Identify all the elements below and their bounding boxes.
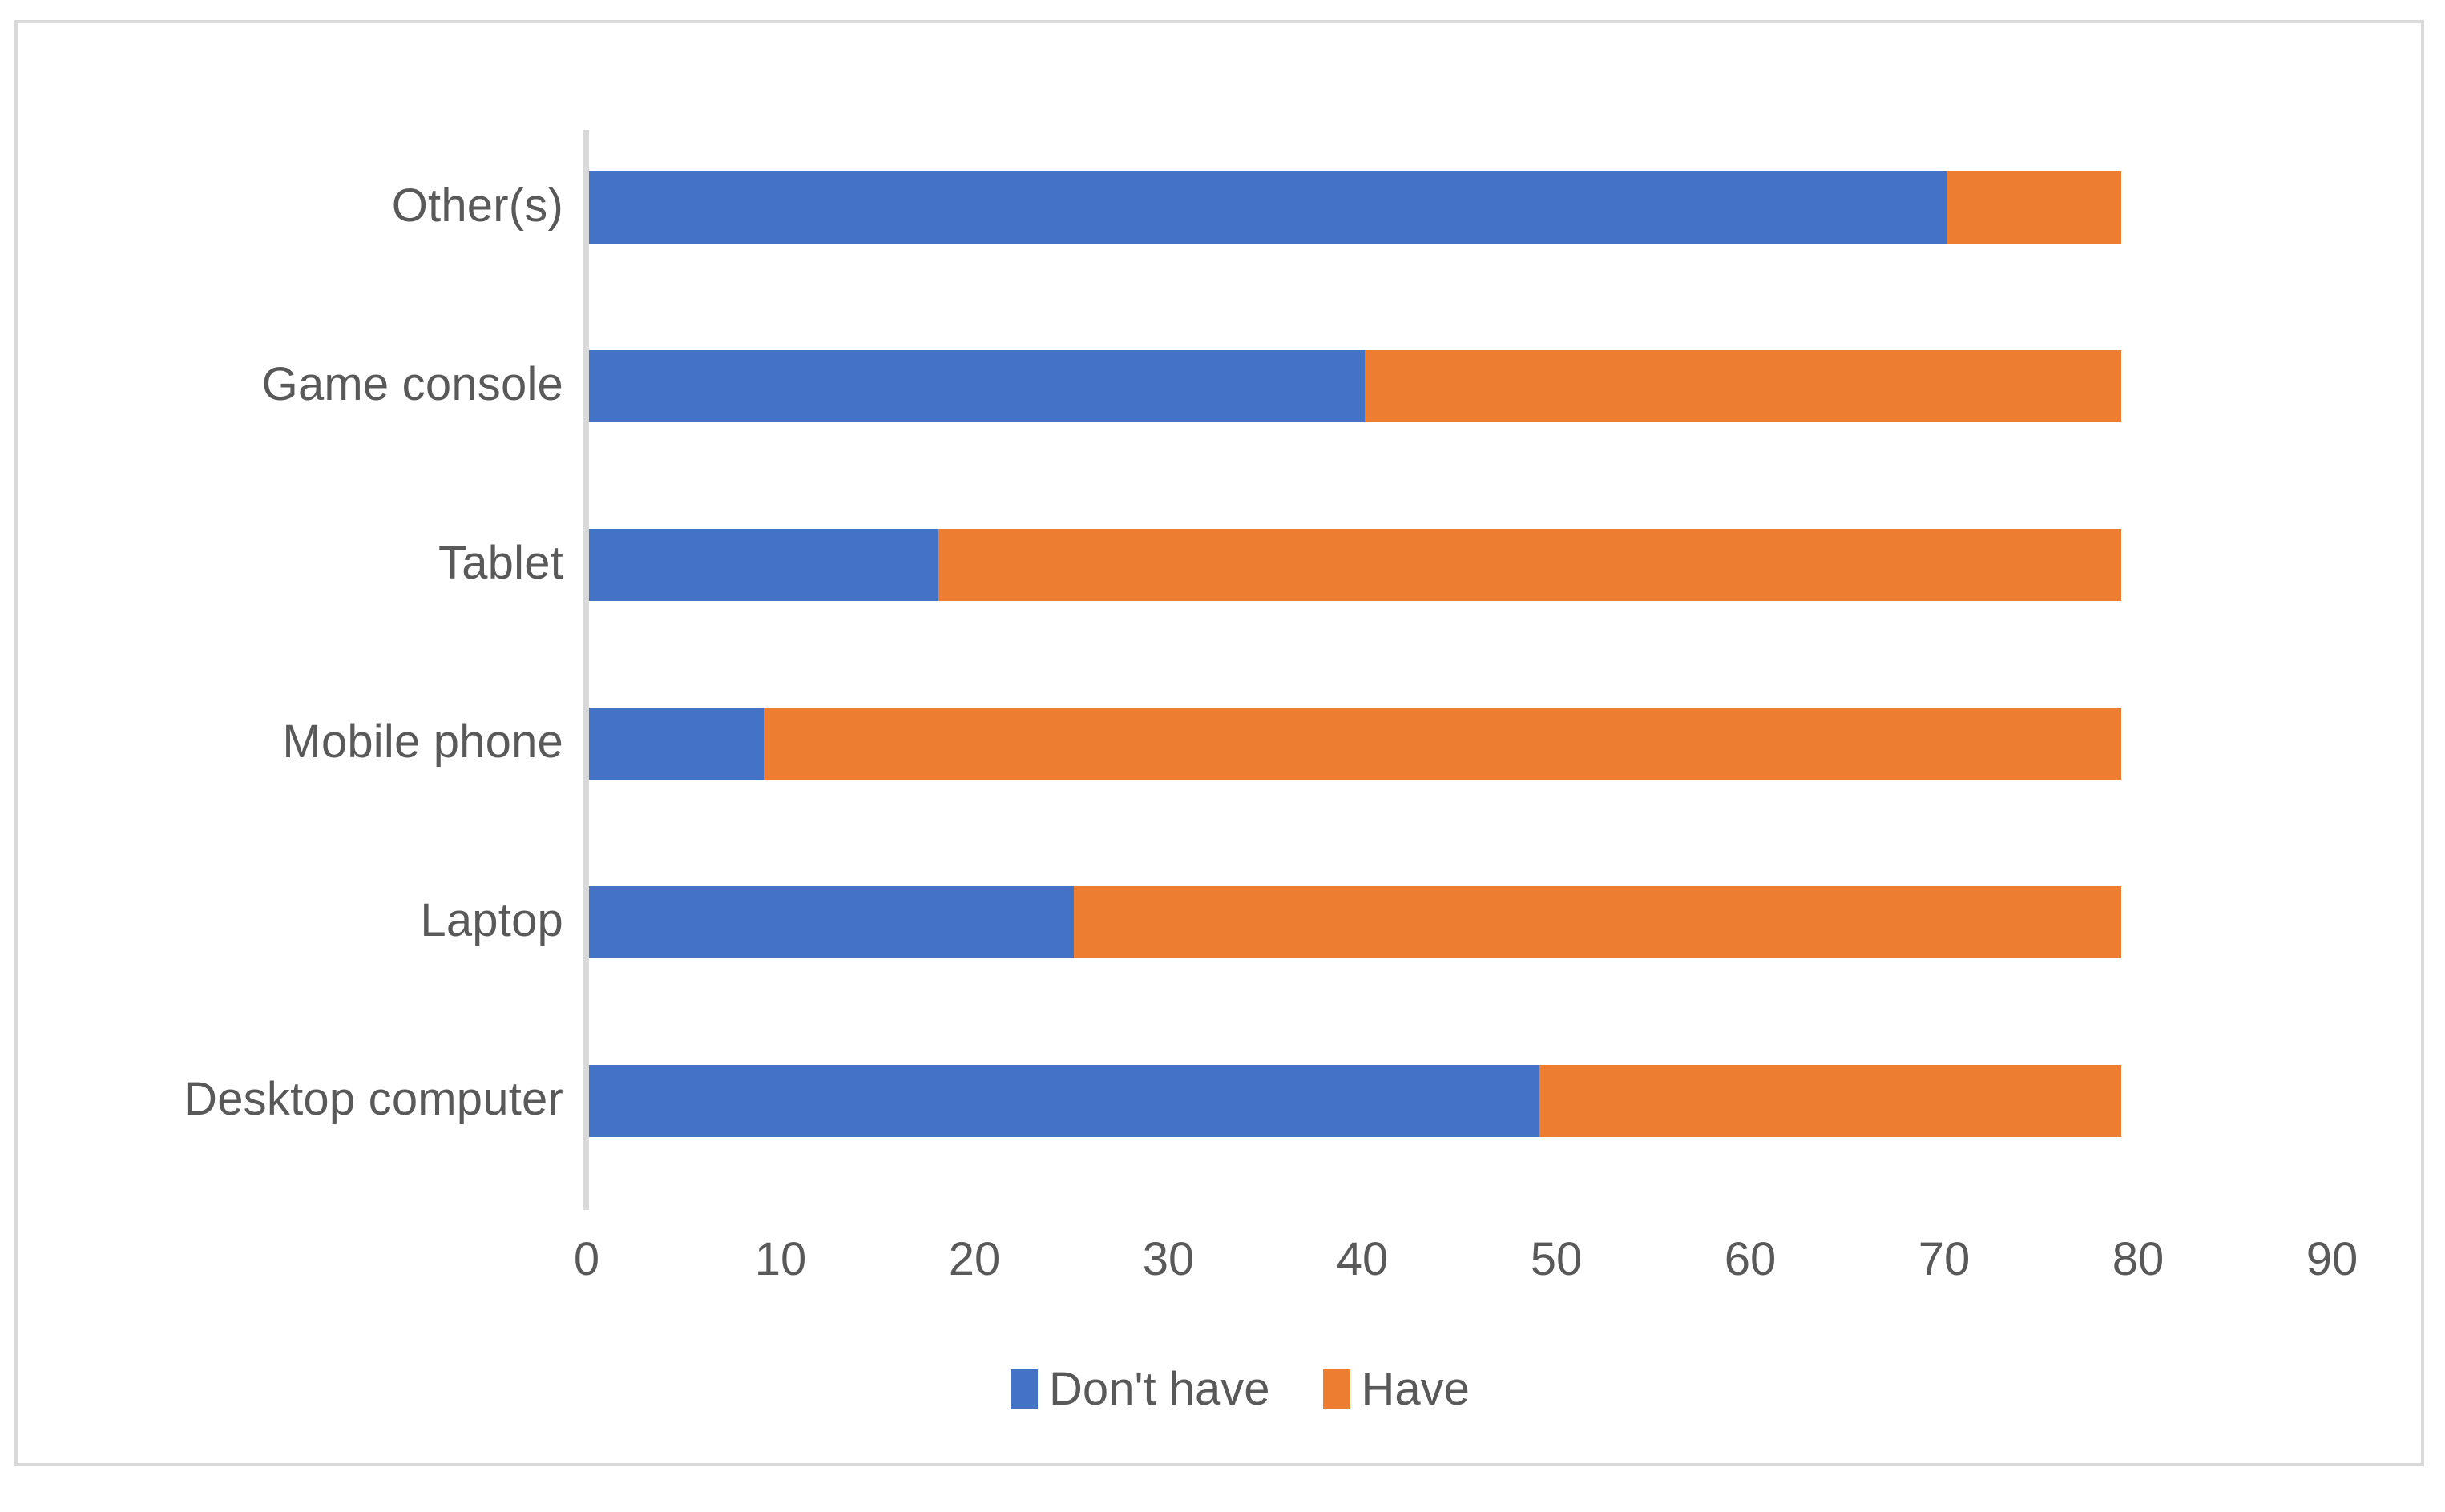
bar-segment-dont-have[interactable] [589, 171, 1947, 244]
bar-row [589, 350, 2121, 422]
bar-segment-have[interactable] [1365, 350, 2121, 422]
bar-row [589, 1065, 2121, 1137]
x-tick-label: 0 [573, 1233, 600, 1285]
category-label-mobile-phone: Mobile phone [282, 716, 563, 768]
bar-segment-have[interactable] [763, 708, 2121, 780]
bar-segment-dont-have[interactable] [589, 708, 764, 780]
x-tick-label: 20 [948, 1233, 1001, 1285]
category-label-tablet: Tablet [438, 537, 563, 589]
chart-frame: Other(s) Game console Tablet Mobile phon… [14, 20, 2424, 1466]
bar-row [589, 529, 2121, 601]
bar-segment-have[interactable] [1074, 886, 2121, 958]
legend-label: Don't have [1049, 1363, 1270, 1415]
x-tick-label: 80 [2112, 1233, 2165, 1285]
category-label-laptop: Laptop [420, 894, 563, 946]
category-label-game-console: Game console [261, 358, 563, 410]
x-tick-label: 60 [1724, 1233, 1777, 1285]
plot-area: Other(s) Game console Tablet Mobile phon… [18, 23, 2445, 1512]
legend-item-dont-have[interactable]: Don't have [1011, 1363, 1270, 1415]
category-label-desktop-computer: Desktop computer [184, 1073, 563, 1125]
bar-segment-dont-have[interactable] [589, 529, 938, 601]
x-tick-label: 90 [2306, 1233, 2358, 1285]
legend-swatch-icon [1011, 1369, 1039, 1409]
bar-segment-dont-have[interactable] [589, 1065, 1539, 1137]
bar-segment-dont-have[interactable] [589, 886, 1074, 958]
x-tick-label: 10 [754, 1233, 807, 1285]
value-axis-line [583, 130, 589, 1210]
bar-row [589, 171, 2121, 244]
legend-item-have[interactable]: Have [1322, 1363, 1470, 1415]
x-tick-label: 70 [1918, 1233, 1971, 1285]
bar-segment-have[interactable] [1947, 171, 2121, 244]
bar-row [589, 886, 2121, 958]
legend-label: Have [1361, 1363, 1470, 1415]
bar-segment-dont-have[interactable] [589, 350, 1365, 422]
category-label-others: Other(s) [391, 179, 563, 232]
chart-legend: Don't have Have [18, 1366, 2445, 1413]
legend-swatch-icon [1322, 1369, 1350, 1409]
bar-segment-have[interactable] [1539, 1065, 2121, 1137]
bar-segment-have[interactable] [938, 529, 2121, 601]
x-tick-label: 40 [1336, 1233, 1389, 1285]
x-tick-label: 30 [1142, 1233, 1195, 1285]
bar-row [589, 708, 2121, 780]
x-tick-label: 50 [1530, 1233, 1583, 1285]
